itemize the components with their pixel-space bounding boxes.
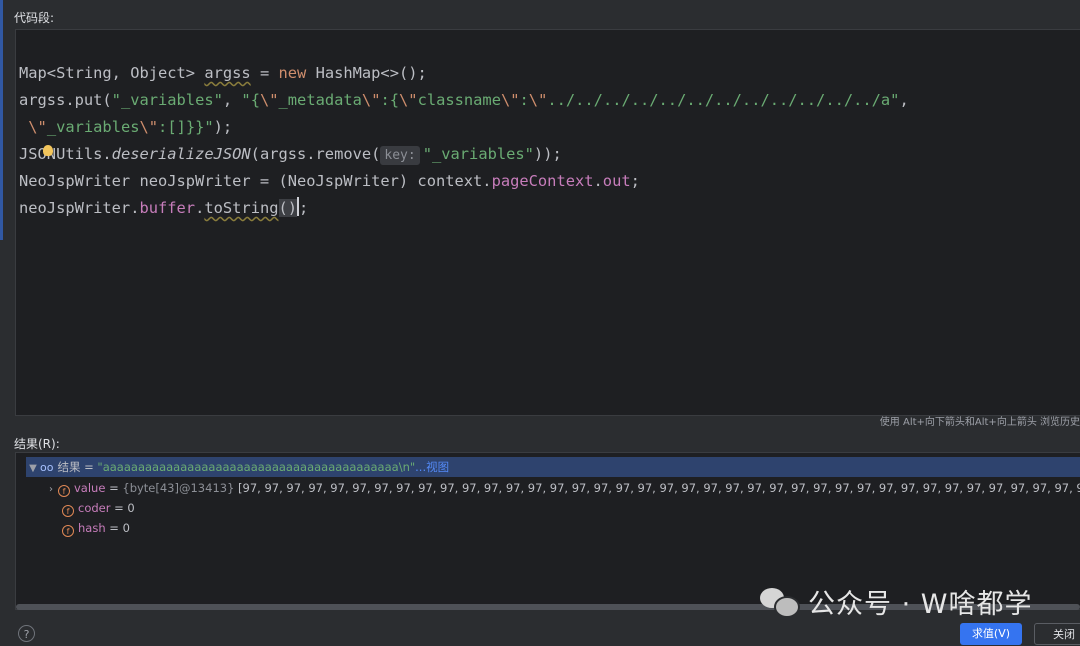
- parameter-hint: key:: [380, 146, 420, 165]
- watermark: 公众号 · W啥都学: [760, 580, 1032, 622]
- lightbulb-icon[interactable]: [43, 145, 53, 156]
- code-line-2: argss.put("_variables", "{\"_metadata\":…: [19, 91, 909, 109]
- evaluate-button[interactable]: 求值(V): [960, 623, 1022, 645]
- chevron-right-icon[interactable]: ›: [44, 480, 58, 500]
- close-button[interactable]: 关闭: [1034, 623, 1080, 645]
- code-editor[interactable]: Map<String, Object> argss = new HashMap<…: [15, 29, 1080, 416]
- view-link[interactable]: ...视图: [415, 460, 449, 474]
- result-root-row[interactable]: ▼ oo 结果 = "aaaaaaaaaaaaaaaaaaaaaaaaaaaaaaa…: [26, 457, 1080, 477]
- tree-row-hash[interactable]: f hash = 0: [62, 518, 130, 538]
- tree-row-value[interactable]: › f value = {byte[43]@13413} [97, 97, 97, …: [44, 478, 1080, 498]
- code-line-6: neoJspWriter.buffer.toString();: [19, 197, 309, 217]
- code-line-3: \"_variables\":[]}}");: [28, 118, 233, 136]
- history-hint: 使用 Alt+向下箭头和Alt+向上箭头 浏览历史: [879, 417, 1080, 428]
- wechat-logo-icon: [760, 586, 800, 618]
- code-text[interactable]: Map<String, Object> argss = new HashMap<…: [19, 33, 909, 222]
- tree-row-coder[interactable]: f coder = 0: [62, 498, 135, 518]
- code-line-4: JSONUtils.deserializeJSON(argss.remove(k…: [19, 145, 562, 165]
- code-line-5: NeoJspWriter neoJspWriter = (NeoJspWrite…: [19, 172, 640, 190]
- code-fragment-label: 代码段:: [14, 11, 55, 25]
- field-icon: f: [62, 505, 74, 517]
- field-icon: f: [62, 525, 74, 537]
- result-value: "aaaaaaaaaaaaaaaaaaaaaaaaaaaaaaaaaaaaaaa…: [97, 460, 416, 474]
- evaluate-expression-dialog: 代码段: Map<String, Object> argss = new Has…: [0, 0, 1080, 645]
- code-line-1: Map<String, Object> argss = new HashMap<…: [19, 64, 427, 82]
- field-icon: f: [58, 485, 70, 497]
- result-label: 结果(R):: [14, 437, 60, 451]
- help-button[interactable]: ?: [18, 625, 35, 642]
- left-edge: [0, 0, 4, 645]
- watch-glasses-icon: oo: [40, 461, 54, 474]
- chevron-down-icon[interactable]: ▼: [26, 459, 40, 479]
